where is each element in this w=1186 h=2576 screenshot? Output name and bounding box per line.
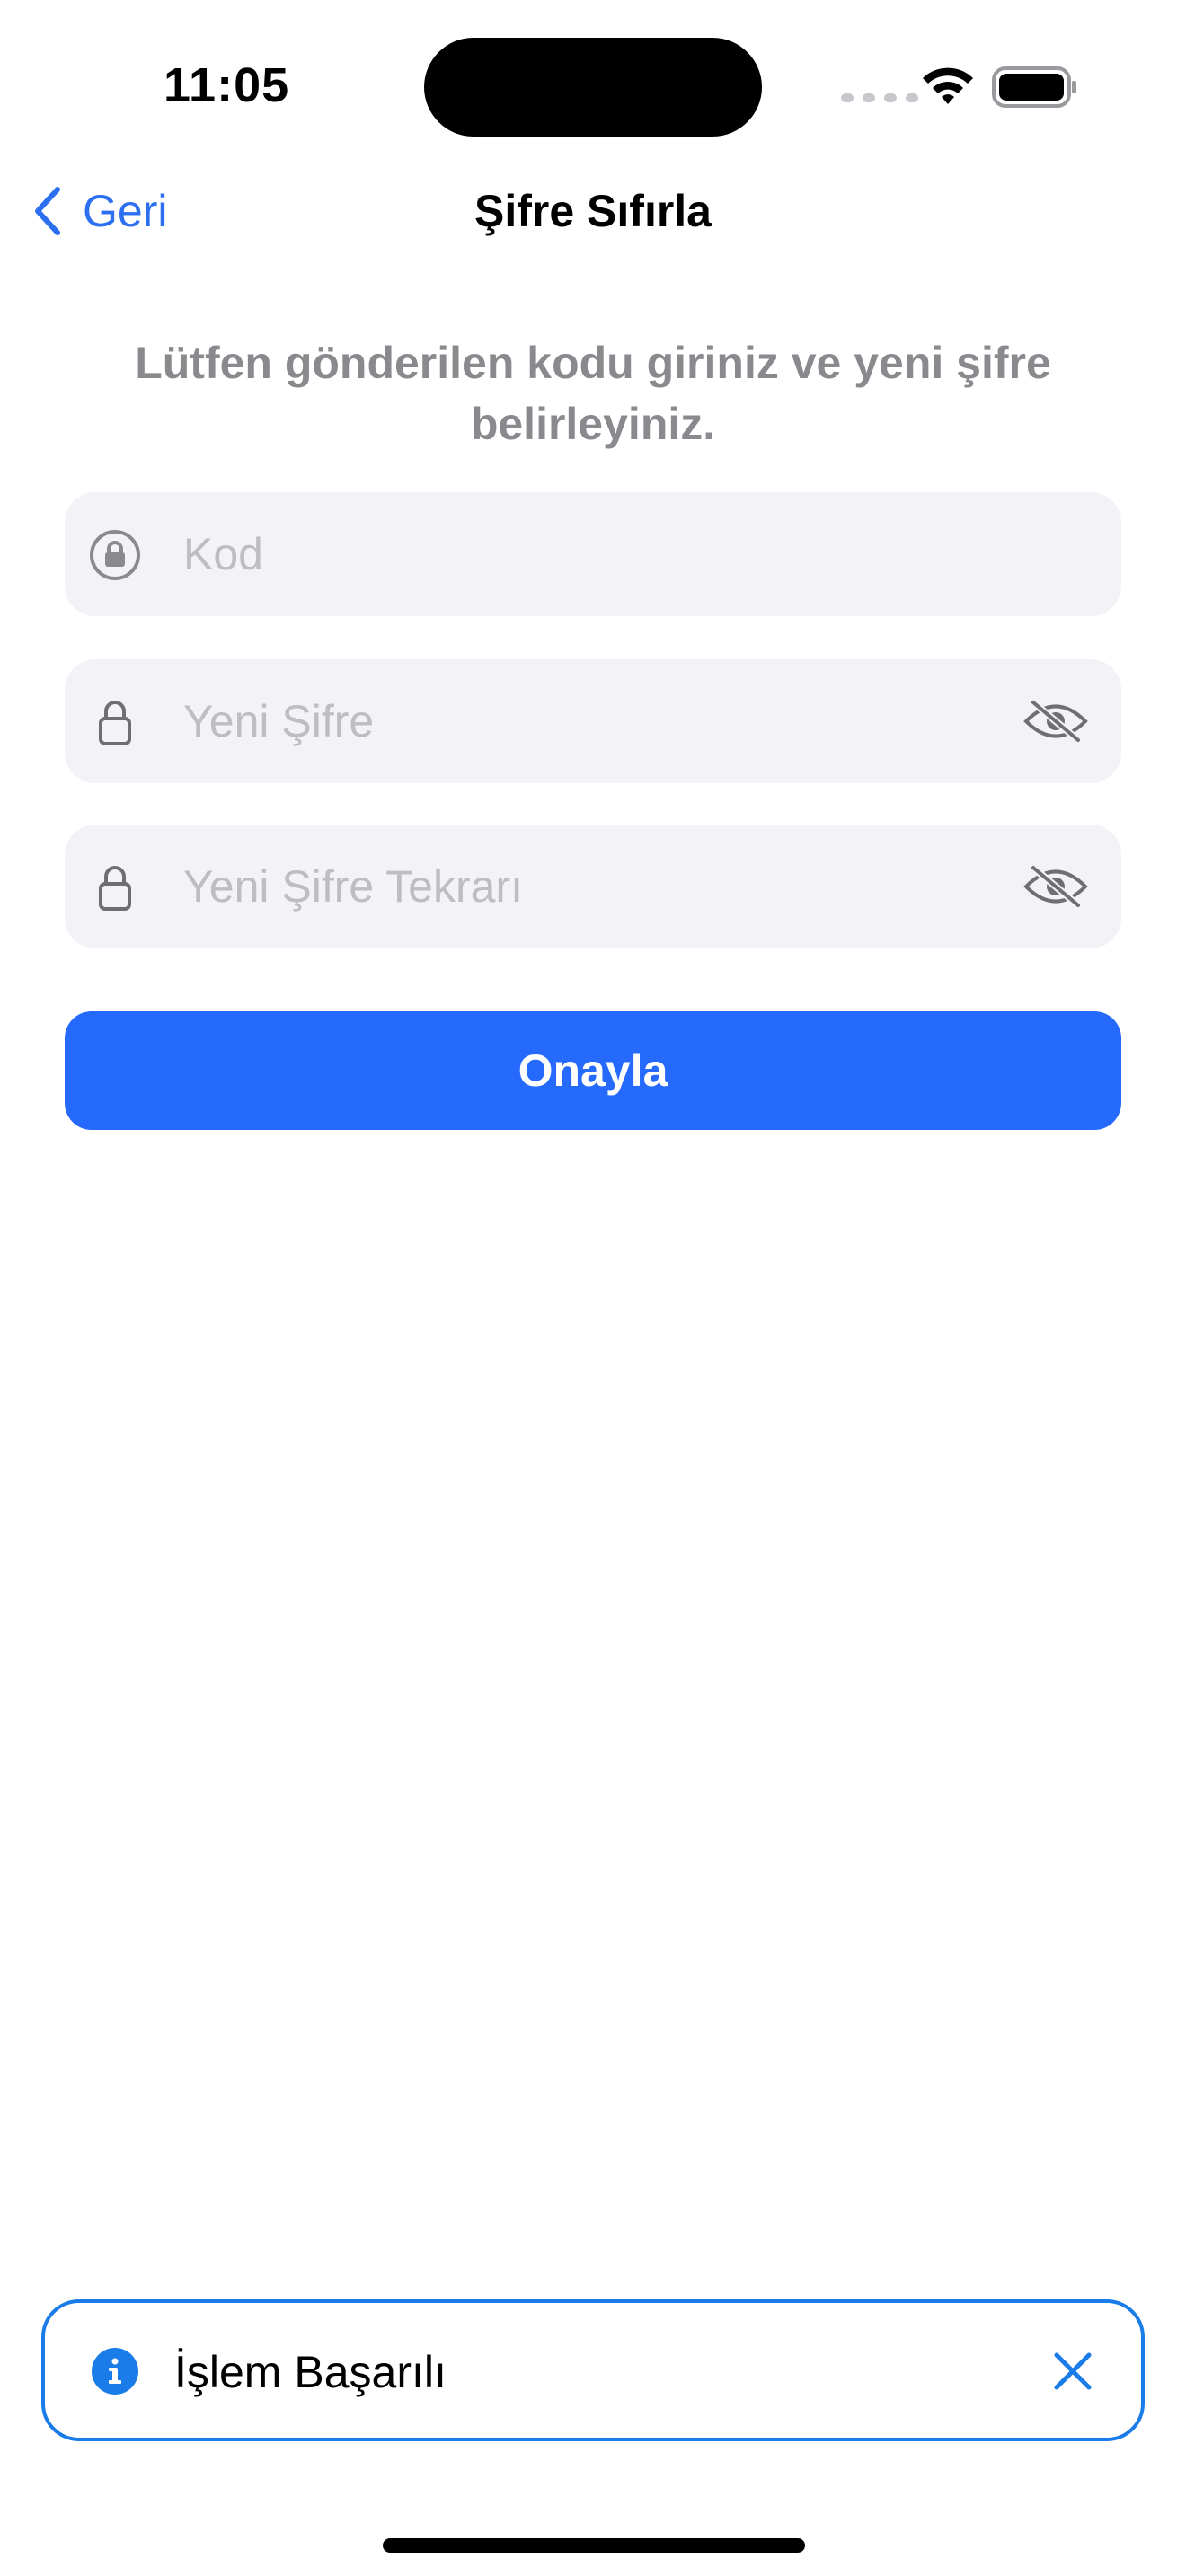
- code-field[interactable]: [65, 492, 1121, 616]
- new-password-input[interactable]: [183, 659, 1046, 783]
- eye-slash-icon[interactable]: [1022, 862, 1089, 911]
- reset-password-screen: 11:05 Geri Şifre Sıfırla Lütfen gönderil…: [0, 0, 1186, 2576]
- dynamic-island: [424, 38, 762, 137]
- eye-slash-icon[interactable]: [1022, 697, 1089, 745]
- lock-icon: [99, 701, 131, 745]
- new-password-field[interactable]: [65, 659, 1121, 783]
- info-icon: [92, 2348, 138, 2395]
- instruction-text: Lütfen gönderilen kodu giriniz ve yeni ş…: [135, 338, 1051, 449]
- wifi-icon: [923, 67, 973, 104]
- confirm-button[interactable]: Onayla: [65, 1011, 1121, 1130]
- status-time: 11:05: [164, 58, 290, 112]
- new-password-repeat-input[interactable]: [183, 825, 1046, 948]
- lock-circle-icon: [90, 530, 140, 580]
- home-indicator: [383, 2538, 805, 2553]
- code-input[interactable]: [183, 492, 1046, 616]
- battery-icon: [992, 66, 1076, 108]
- lock-icon: [99, 866, 131, 911]
- page-title: Şifre Sıfırla: [474, 186, 712, 236]
- cellular-signal-icon: [841, 93, 918, 102]
- close-icon[interactable]: [1049, 2348, 1096, 2395]
- new-password-repeat-field[interactable]: [65, 825, 1121, 948]
- success-toast: İşlem Başarılı: [41, 2299, 1145, 2441]
- toast-message: İşlem Başarılı: [174, 2347, 447, 2397]
